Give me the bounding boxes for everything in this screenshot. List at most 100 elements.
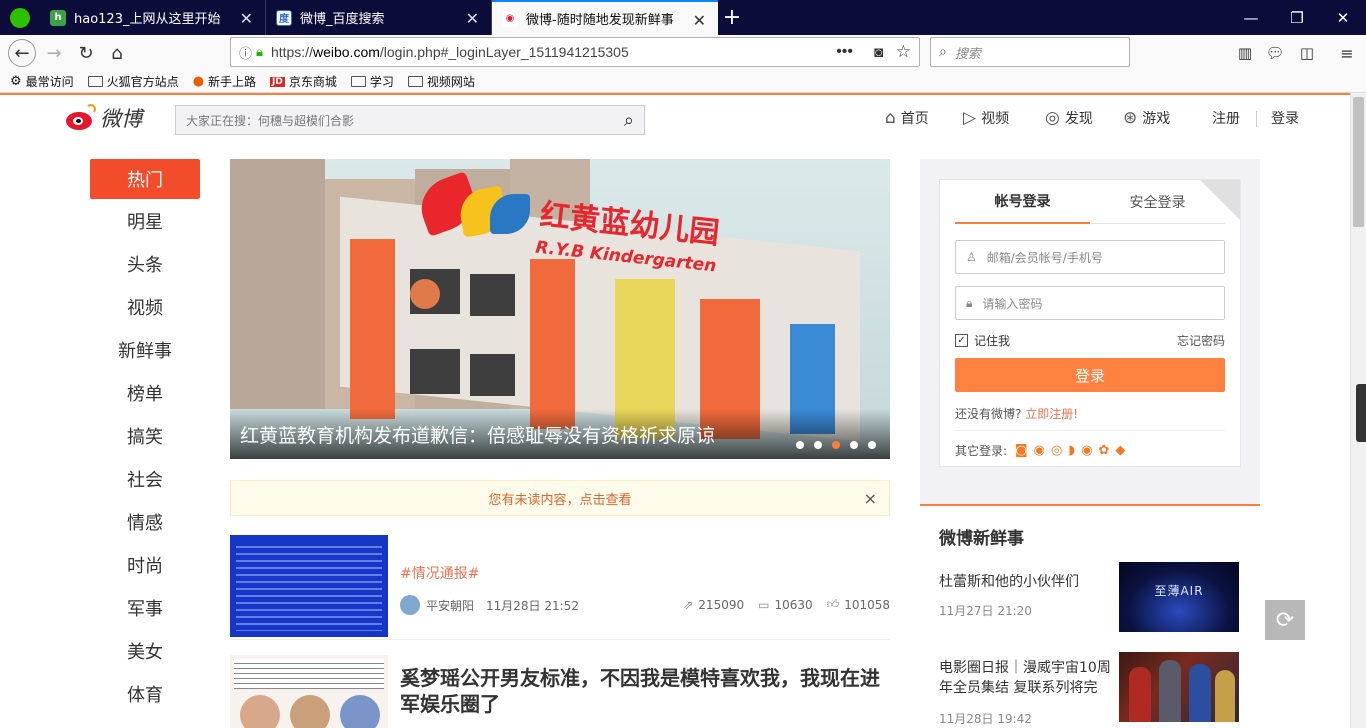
bookmark-firefox-site[interactable]: 火狐官方站点	[87, 71, 179, 93]
category-stars[interactable]: 明星	[90, 199, 200, 242]
weibo-header: 微博 大家正在搜：何穗与超模们合影 ⌕ ⌂ 首页 ▷ 视频 ◎ 发现 ⊛ 游戏 注册 登…	[0, 95, 1350, 145]
category-funny[interactable]: 搞笑	[90, 414, 200, 457]
refresh-button[interactable]: ⟳	[1265, 600, 1305, 640]
bookmark-video[interactable]: 视频网站	[407, 71, 475, 93]
new-tab-button[interactable]: +	[720, 4, 744, 30]
forgot-password-link[interactable]: 忘记密码	[1177, 332, 1225, 349]
username-input[interactable]: ♙ 邮箱/会员帐号/手机号	[955, 240, 1225, 274]
bookmark-most-visited[interactable]: ⚙ 最常访问	[10, 71, 74, 93]
chat-icon[interactable]: 💬︎	[1261, 39, 1289, 67]
nav-discover[interactable]: ◎ 发现	[1045, 108, 1093, 128]
category-society[interactable]: 社会	[90, 457, 200, 500]
forward-icon[interactable]: →	[40, 39, 68, 67]
rybd-logo	[413, 171, 540, 238]
bookmark-star-icon[interactable]: ☆	[896, 42, 911, 62]
carousel-dot[interactable]	[850, 441, 858, 449]
weibo-search-input[interactable]: 大家正在搜：何穗与超模们合影 ⌕	[175, 105, 645, 135]
avatar[interactable]	[400, 595, 420, 615]
tab-hao123[interactable]: h hao123_上网从这里开始 ✕	[40, 0, 266, 35]
close-icon[interactable]: ×	[864, 489, 877, 508]
side-widget[interactable]	[1356, 384, 1366, 442]
back-icon[interactable]: ←	[8, 39, 36, 67]
close-tab-icon[interactable]: ✕	[693, 11, 706, 30]
remember-me[interactable]: ✓ 记住我	[955, 332, 1010, 349]
reload-icon[interactable]: ↻	[72, 39, 100, 67]
headline-carousel[interactable]: 红黄蓝幼儿园 R.Y.B Kindergarten 红黄蓝教育机构发布道歉信：倍…	[230, 159, 890, 459]
qr-corner-icon[interactable]	[1200, 180, 1240, 220]
baidu-icon: 度	[276, 9, 292, 26]
weibo-logo[interactable]: 微博	[64, 103, 142, 133]
category-military[interactable]: 军事	[90, 586, 200, 629]
category-headlines[interactable]: 头条	[90, 242, 200, 285]
feed-topic[interactable]: #情况通报#	[400, 563, 479, 583]
unread-notice[interactable]: 您有未读内容，点击查看 ×	[230, 480, 890, 516]
close-tab-icon[interactable]: ✕	[466, 9, 479, 28]
carousel-dot[interactable]	[814, 441, 822, 449]
username-placeholder: 邮箱/会员帐号/手机号	[986, 250, 1103, 265]
feed-thumbnail[interactable]	[230, 655, 388, 728]
fresh-title[interactable]: 电影圈日报｜漫威宇宙10周年全员集结 复联系列将完	[939, 658, 1114, 698]
fresh-title[interactable]: 杜蕾斯和他的小伙伴们	[939, 572, 1114, 592]
carousel-dot-active[interactable]	[832, 441, 840, 449]
feed-thumbnail[interactable]	[230, 535, 388, 637]
lock-icon[interactable]: 🔒︎	[256, 44, 263, 60]
like-count[interactable]: 👍︎ 101058	[827, 597, 890, 612]
library-icon[interactable]: ▥	[1231, 39, 1259, 67]
wechat-icon[interactable]	[10, 8, 30, 28]
carousel-dot[interactable]	[796, 441, 804, 449]
sidebar-icon[interactable]: ◫	[1293, 39, 1321, 67]
category-beauty[interactable]: 美女	[90, 629, 200, 672]
tab-account-login[interactable]: 帐号登录	[955, 180, 1090, 224]
bookmark-jd[interactable]: JD 京东商城	[270, 71, 337, 93]
checkbox-checked-icon[interactable]: ✓	[955, 334, 968, 347]
info-icon[interactable]: ⓘ	[239, 43, 252, 62]
menu-icon[interactable]: ≡	[1333, 39, 1361, 67]
category-video[interactable]: 视频	[90, 285, 200, 328]
page-actions-icon[interactable]: •••	[836, 43, 853, 61]
login-link[interactable]: 登录	[1271, 108, 1299, 128]
bookmark-study[interactable]: 学习	[350, 71, 394, 93]
social-login-icons[interactable]: ◙◉◎◗◉✿◆	[1015, 443, 1131, 458]
round-window	[410, 279, 440, 309]
nav-video[interactable]: ▷ 视频	[963, 108, 1009, 128]
category-ranking[interactable]: 榜单	[90, 371, 200, 414]
url-bar[interactable]: ⓘ 🔒︎ https:// weibo.com /login.php#_logi…	[230, 37, 920, 67]
scrollbar-thumb[interactable]	[1353, 97, 1364, 227]
fresh-image[interactable]: 至薄AIR	[1119, 562, 1239, 632]
search-placeholder: 大家正在搜：何穗与超模们合影	[186, 113, 355, 128]
weibo-fresh-section: 微博新鲜事 杜蕾斯和他的小伙伴们 11月27日 21:20 至薄AIR 电影圈日…	[920, 504, 1260, 728]
feed-title[interactable]: 奚梦瑶公开男友标准，不因我是模特喜欢我，我现在进军娱乐圈了	[400, 665, 890, 717]
close-window-icon[interactable]: ✕	[1320, 0, 1366, 35]
minimize-icon[interactable]: —	[1228, 0, 1274, 35]
comment-count[interactable]: ▭ 10630	[758, 597, 813, 612]
restore-icon[interactable]: ❐	[1274, 0, 1320, 35]
category-emotion[interactable]: 情感	[90, 500, 200, 543]
feed-item[interactable]: #情况通报# 平安朝阳 11月28日 21:52 ⇗ 215090 ▭ 10630 …	[230, 535, 890, 640]
nav-game[interactable]: ⊛ 游戏	[1123, 108, 1170, 128]
category-sports[interactable]: 体育	[90, 672, 200, 715]
category-hot[interactable]: 热门	[90, 159, 200, 199]
image-text: 至薄AIR	[1154, 584, 1204, 598]
login-button[interactable]: 登录	[955, 358, 1225, 392]
other-login: 其它登录: ◙◉◎◗◉✿◆	[955, 442, 1131, 459]
browser-search-input[interactable]: ⌕ 搜索	[930, 37, 1130, 67]
home-icon[interactable]: ⌂	[103, 39, 131, 67]
carousel-dot[interactable]	[868, 441, 876, 449]
close-tab-icon[interactable]: ✕	[240, 9, 253, 28]
tab-weibo[interactable]: ◉ 微博-随时随地发现新鲜事 ✕	[492, 0, 718, 35]
feed-item[interactable]: 奚梦瑶公开男友标准，不因我是模特喜欢我，我现在进军娱乐圈了	[230, 655, 890, 728]
repost-count[interactable]: ⇗ 215090	[683, 597, 744, 612]
nav-home[interactable]: ⌂ 首页	[885, 108, 929, 128]
search-icon[interactable]: ⌕	[624, 110, 634, 131]
pocket-icon[interactable]: ◙	[874, 44, 883, 61]
register-link[interactable]: 注册	[1212, 108, 1240, 128]
bookmark-getting-started[interactable]: ● 新手上路	[193, 71, 256, 93]
tab-baidu[interactable]: 度 微博_百度搜索 ✕	[266, 0, 492, 35]
fresh-image[interactable]	[1119, 652, 1239, 722]
category-fresh[interactable]: 新鲜事	[90, 328, 200, 371]
register-now-link[interactable]: 立即注册!	[1025, 407, 1078, 421]
password-input[interactable]: 🔒︎ 请输入密码	[955, 286, 1225, 320]
carousel-caption[interactable]: 红黄蓝教育机构发布道歉信：倍感耻辱没有资格祈求原谅	[230, 409, 890, 459]
feed-author[interactable]: 平安朝阳	[426, 597, 474, 614]
category-fashion[interactable]: 时尚	[90, 543, 200, 586]
